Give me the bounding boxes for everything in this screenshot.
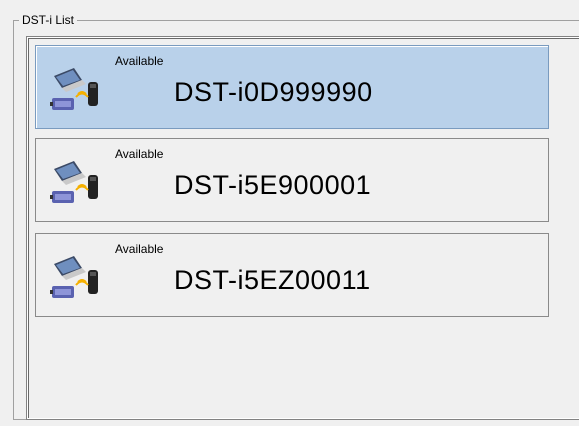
device-item-0[interactable]: Available DST-i0D999990 (35, 45, 549, 129)
laptop-wireless-dongle-icon (48, 248, 108, 304)
device-status: Available (115, 242, 164, 256)
device-status: Available (115, 147, 164, 161)
laptop-wireless-dongle-icon (48, 153, 108, 209)
device-name: DST-i5EZ00011 (174, 265, 371, 295)
device-item-2[interactable]: Available DST-i5EZ00011 (35, 233, 549, 317)
laptop-wireless-dongle-icon (48, 60, 108, 116)
dst-i-list-window: DST-i List Available DST-i0D999990 Avail… (0, 0, 579, 426)
device-name: DST-i5E900001 (174, 170, 372, 200)
device-list[interactable]: Available DST-i0D999990 Available DST-i5… (26, 36, 579, 420)
device-item-1[interactable]: Available DST-i5E900001 (35, 138, 549, 222)
groupbox-title: DST-i List (19, 12, 78, 28)
device-list-viewport: Available DST-i0D999990 Available DST-i5… (28, 38, 579, 418)
device-status: Available (115, 54, 164, 68)
device-name: DST-i0D999990 (174, 77, 373, 107)
